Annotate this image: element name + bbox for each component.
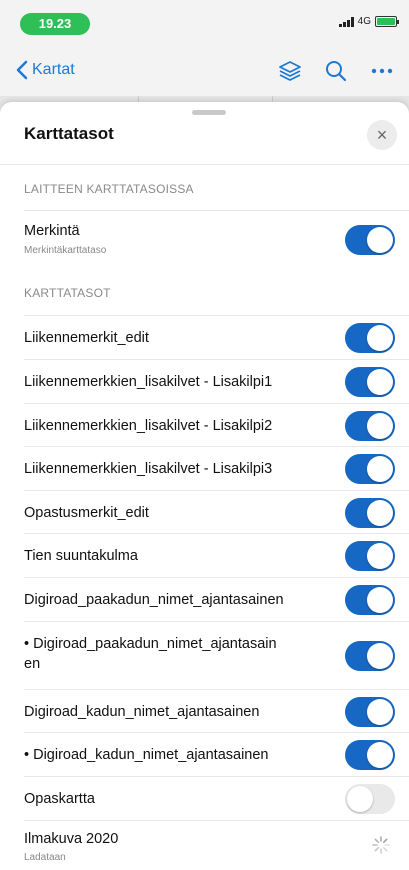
- layer-label: Ilmakuva 2020: [24, 831, 119, 847]
- layer-toggle[interactable]: [345, 541, 395, 571]
- layer-label: Tien suuntakulma: [24, 548, 138, 564]
- close-button[interactable]: ×: [367, 120, 397, 150]
- layer-label: Opaskartta: [24, 791, 95, 807]
- layer-label: • Digiroad_paakadun_nimet_ajantasain en: [24, 636, 277, 672]
- layers-sheet: Karttatasot × LAITTEEN KARTTATASOISSA Me…: [0, 102, 409, 870]
- layer-sublabel: Ladataan: [24, 852, 66, 863]
- layer-row[interactable]: Opaskartta: [0, 777, 409, 821]
- sheet-grabber[interactable]: [192, 110, 226, 115]
- status-bar: 19.23 4G: [0, 0, 409, 46]
- layers-icon[interactable]: [277, 58, 303, 84]
- layer-label: Opastusmerkit_edit: [24, 505, 149, 521]
- layer-row[interactable]: Digiroad_paakadun_nimet_ajantasainen: [0, 578, 409, 622]
- layer-label: Digiroad_kadun_nimet_ajantasainen: [24, 704, 260, 720]
- layer-toggle[interactable]: [345, 454, 395, 484]
- status-indicators: 4G: [338, 16, 399, 27]
- layer-toggle[interactable]: [345, 367, 395, 397]
- more-icon[interactable]: [369, 58, 395, 84]
- layer-toggle[interactable]: [345, 641, 395, 671]
- search-icon[interactable]: [323, 58, 349, 84]
- layer-row[interactable]: • Digiroad_paakadun_nimet_ajantasain en: [0, 622, 409, 690]
- divider: [0, 164, 409, 165]
- section-header-layers: KARTTATASOT: [24, 286, 111, 300]
- layer-label: Liikennemerkkien_lisakilvet - Lisakilpi1: [24, 374, 273, 390]
- layer-toggle[interactable]: [345, 498, 395, 528]
- layer-toggle[interactable]: [345, 697, 395, 727]
- loading-spinner-icon: [372, 836, 390, 854]
- status-time: 19.23: [20, 13, 90, 35]
- layer-label: Liikennemerkit_edit: [24, 330, 149, 346]
- layer-row[interactable]: Opastusmerkit_edit: [0, 491, 409, 534]
- nav-bar: Kartat: [0, 46, 409, 96]
- layer-row[interactable]: Liikennemerkkien_lisakilvet - Lisakilpi2: [0, 404, 409, 447]
- signal-icon: [338, 16, 354, 27]
- section-header-device: LAITTEEN KARTTATASOISSA: [24, 182, 194, 196]
- layer-label: • Digiroad_kadun_nimet_ajantasainen: [24, 747, 269, 763]
- layer-row[interactable]: Liikennemerkit_edit: [0, 316, 409, 360]
- battery-icon: [375, 16, 399, 27]
- layer-sublabel: Merkintäkarttataso: [24, 245, 107, 256]
- layer-label: Digiroad_paakadun_nimet_ajantasainen: [24, 592, 284, 608]
- layer-label: Liikennemerkkien_lisakilvet - Lisakilpi3: [24, 461, 273, 477]
- layer-row[interactable]: Digiroad_kadun_nimet_ajantasainen: [0, 690, 409, 733]
- layer-row[interactable]: Tien suuntakulma: [0, 534, 409, 578]
- back-button[interactable]: Kartat: [16, 60, 75, 80]
- back-label: Kartat: [32, 61, 75, 78]
- layer-row[interactable]: Liikennemerkkien_lisakilvet - Lisakilpi1: [0, 360, 409, 404]
- layer-row[interactable]: Ilmakuva 2020 Ladataan: [0, 821, 409, 870]
- layer-toggle[interactable]: [345, 323, 395, 353]
- layer-row-merkinta[interactable]: Merkintä Merkintäkarttataso: [0, 211, 409, 268]
- layer-toggle[interactable]: [345, 225, 395, 255]
- sheet-title: Karttatasot: [24, 124, 114, 143]
- layer-label: Merkintä: [24, 223, 80, 239]
- layer-row[interactable]: Liikennemerkkien_lisakilvet - Lisakilpi3: [0, 447, 409, 491]
- layer-toggle[interactable]: [345, 585, 395, 615]
- layer-label: Liikennemerkkien_lisakilvet - Lisakilpi2: [24, 418, 273, 434]
- layer-toggle[interactable]: [345, 740, 395, 770]
- chevron-left-icon: [16, 60, 28, 80]
- layer-toggle[interactable]: [345, 784, 395, 814]
- network-type: 4G: [357, 16, 371, 27]
- layer-toggle[interactable]: [345, 411, 395, 441]
- layer-row[interactable]: • Digiroad_kadun_nimet_ajantasainen: [0, 733, 409, 777]
